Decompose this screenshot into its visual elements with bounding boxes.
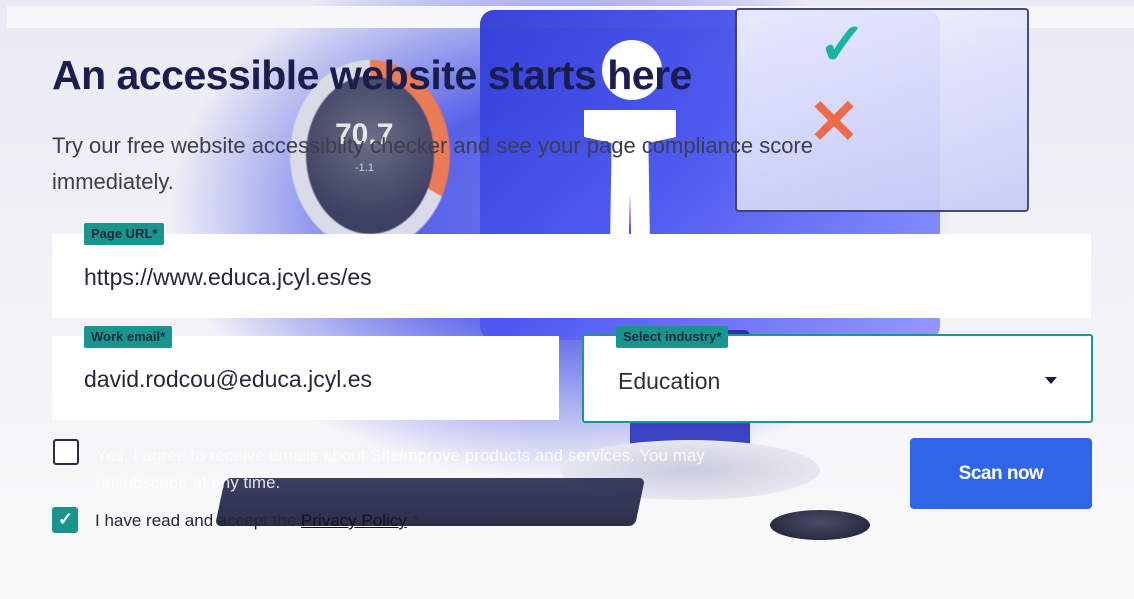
page-url-input[interactable]: https://www.educa.jcyl.es/es (52, 234, 1091, 318)
page-description: Try our free website accessiblity checke… (52, 133, 813, 194)
work-email-value: david.rodcou@educa.jcyl.es (84, 366, 373, 392)
chevron-down-icon (1045, 377, 1057, 384)
scan-now-button[interactable]: Scan now (910, 438, 1092, 509)
industry-label: Select industry* (616, 326, 729, 348)
page-url-value: https://www.educa.jcyl.es/es (84, 264, 372, 290)
page-url-label: Page URL* (84, 223, 165, 245)
consent-label: Yes, I agree to receive emails about Sit… (96, 446, 705, 492)
checkmark-icon: ✓ (58, 509, 74, 529)
privacy-label: I have read and accept the Privacy Polic… (95, 511, 418, 531)
work-email-label: Work email* (84, 326, 173, 348)
privacy-checkbox[interactable]: ✓ (52, 507, 78, 533)
privacy-policy-link[interactable]: Privacy Policy (301, 511, 407, 530)
consent-checkbox[interactable] (53, 439, 79, 465)
check-icon: ✓ (818, 12, 867, 77)
mouse-illustration (770, 510, 870, 540)
privacy-label-suffix: * (406, 511, 419, 530)
page-title: An accessible website starts here (52, 52, 692, 98)
privacy-label-prefix: I have read and accept the (95, 511, 302, 530)
industry-value: Education (618, 368, 721, 394)
work-email-input[interactable]: david.rodcou@educa.jcyl.es (52, 336, 559, 420)
